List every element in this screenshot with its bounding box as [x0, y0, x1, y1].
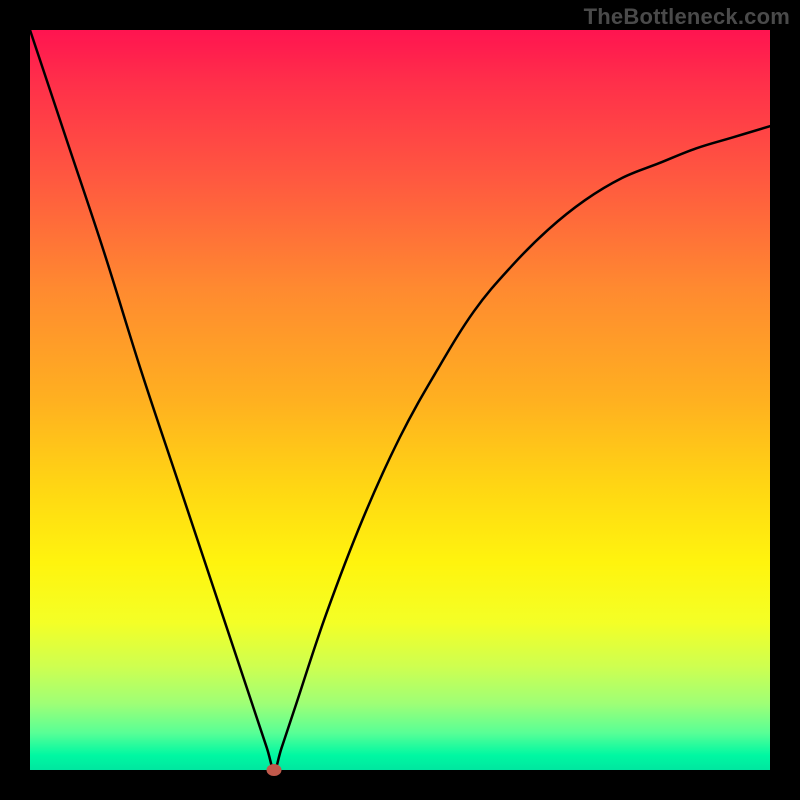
watermark-text: TheBottleneck.com	[584, 4, 790, 30]
minimum-marker	[267, 764, 282, 776]
bottleneck-curve	[30, 30, 770, 770]
plot-area	[30, 30, 770, 770]
chart-frame: TheBottleneck.com	[0, 0, 800, 800]
curve-svg	[30, 30, 770, 770]
